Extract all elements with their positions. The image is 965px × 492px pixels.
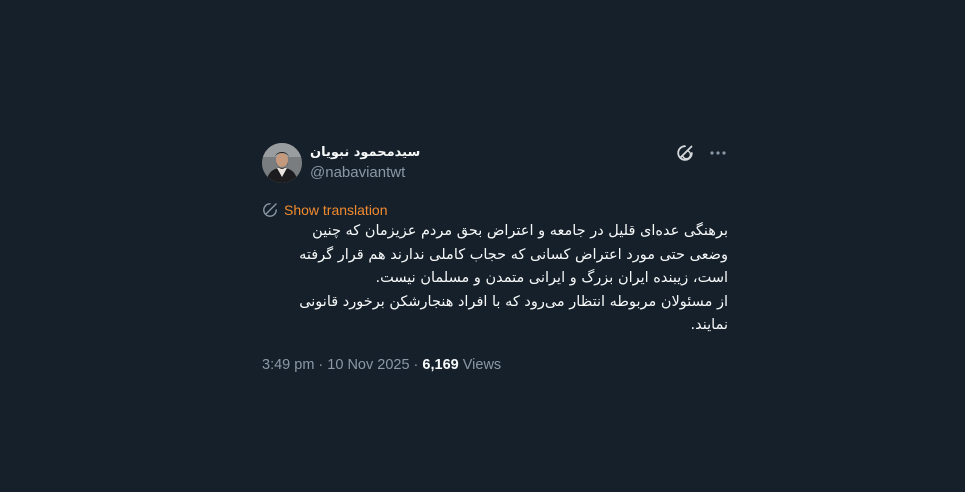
more-icon[interactable] xyxy=(708,144,728,162)
author-names: سیدمحمود نبویان @nabaviantwt xyxy=(310,144,420,183)
show-translation-link[interactable]: Show translation xyxy=(284,202,388,218)
tweet-text-line: از مسئولان مربوطه انتظار می‌رود که با اف… xyxy=(299,293,728,310)
header-actions xyxy=(676,144,728,162)
avatar[interactable] xyxy=(262,143,302,183)
tweet-card: سیدمحمود نبویان @nabaviantwt Show transl… xyxy=(262,142,728,373)
tweet-time[interactable]: 3:49 pm xyxy=(262,357,314,373)
tweet-date[interactable]: 10 Nov 2025 xyxy=(327,357,409,373)
tweet-header: سیدمحمود نبویان @nabaviantwt xyxy=(262,142,728,184)
grok-icon[interactable] xyxy=(676,144,694,162)
tweet-text-line: برهنگی عده‌ای قلیل در جامعه و اعتراض بحق… xyxy=(312,223,728,239)
tweet-text-line: نمایند. xyxy=(690,317,728,333)
views-count: 6,169 xyxy=(422,356,459,373)
tweet-text: برهنگی عده‌ای قلیل در جامعه و اعتراض بحق… xyxy=(262,220,728,338)
meta-separator: · xyxy=(314,356,328,373)
user-handle[interactable]: @nabaviantwt xyxy=(310,163,420,183)
meta-separator: · xyxy=(409,356,423,373)
display-name[interactable]: سیدمحمود نبویان xyxy=(310,144,420,162)
tweet-meta: 3:49 pm · 10 Nov 2025 · 6,169 Views xyxy=(262,357,728,373)
views-label: Views xyxy=(458,356,502,373)
tweet-text-line: وضعی حتی مورد اعتراض کسانی که حجاب کاملی… xyxy=(299,246,728,263)
show-translation-row[interactable]: Show translation xyxy=(262,200,728,220)
tweet-text-line: است، زیبنده ایران بزرگ و ایرانی متمدن و … xyxy=(375,270,728,286)
translate-icon xyxy=(262,202,278,218)
